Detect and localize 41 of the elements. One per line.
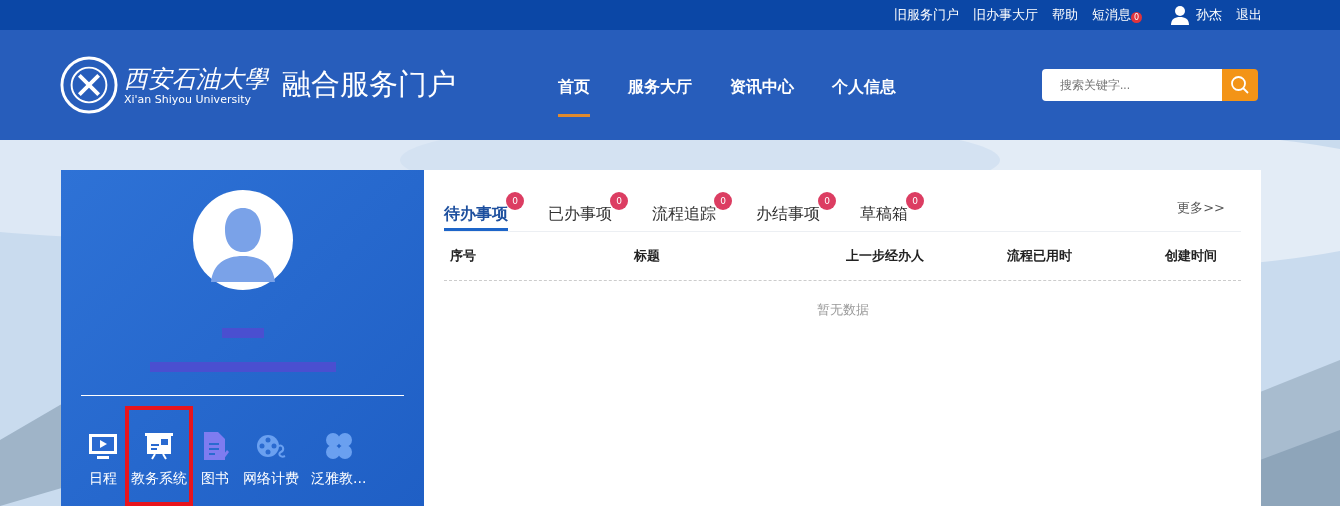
column-header: 序号 — [449, 247, 477, 265]
column-header: 创建时间 — [1164, 247, 1217, 265]
nav-tab[interactable]: 服务大厅 — [628, 30, 692, 140]
app-shortcut[interactable]: 网络计费 — [237, 406, 305, 506]
column-header: 上一步经办人 — [845, 247, 925, 265]
message-count-badge: 0 — [1130, 11, 1142, 23]
top-link[interactable]: 旧办事大厅 — [972, 6, 1038, 24]
user-name[interactable]: 孙杰 — [1196, 6, 1222, 24]
emblem-icon — [60, 56, 118, 114]
search-icon — [1230, 75, 1250, 95]
presentation-board-icon — [143, 430, 175, 462]
column-header: 标题 — [633, 247, 661, 265]
more-link[interactable]: 更多>> — [1177, 199, 1241, 231]
app-shortcut[interactable]: 图书 — [193, 406, 237, 506]
search-button[interactable] — [1222, 69, 1258, 101]
university-name: Xi'an Shiyou University — [124, 92, 253, 106]
task-tab[interactable]: 流程追踪 — [652, 204, 716, 231]
task-tab[interactable]: 待办事项 — [444, 204, 508, 231]
count-badge: 0 — [610, 192, 628, 210]
top-link[interactable]: 短消息 0 — [1091, 6, 1142, 24]
app-shortcut[interactable]: 泛雅教... — [305, 406, 373, 506]
search-field[interactable]: 搜索关键字... — [1042, 69, 1222, 101]
app-shortcut[interactable]: 日程 — [81, 406, 125, 506]
task-tab[interactable]: 已办事项 — [548, 204, 612, 231]
nav-tab[interactable]: 资讯中心 — [730, 30, 794, 140]
count-badge: 0 — [714, 192, 732, 210]
empty-message: 暂无数据 — [816, 302, 869, 317]
task-tab[interactable]: 办结事项 — [756, 204, 820, 231]
user-icon — [1170, 5, 1190, 25]
task-tab[interactable]: 草稿箱 — [860, 204, 908, 231]
count-badge: 0 — [906, 192, 924, 210]
university-logotype: 西安石油大學 — [124, 64, 268, 93]
count-badge: 0 — [818, 192, 836, 210]
top-link[interactable]: 帮助 — [1051, 6, 1078, 24]
column-header: 流程已用时 — [1006, 247, 1073, 265]
redacted-name — [221, 328, 264, 338]
nav-tab[interactable]: 个人信息 — [832, 30, 896, 140]
portal-title: 融合服务门户 — [282, 66, 457, 103]
logout-link[interactable]: 退出 — [1236, 6, 1262, 24]
top-link[interactable]: 旧服务门户 — [893, 6, 959, 24]
app-shortcut[interactable]: 教务系统 — [125, 406, 193, 506]
